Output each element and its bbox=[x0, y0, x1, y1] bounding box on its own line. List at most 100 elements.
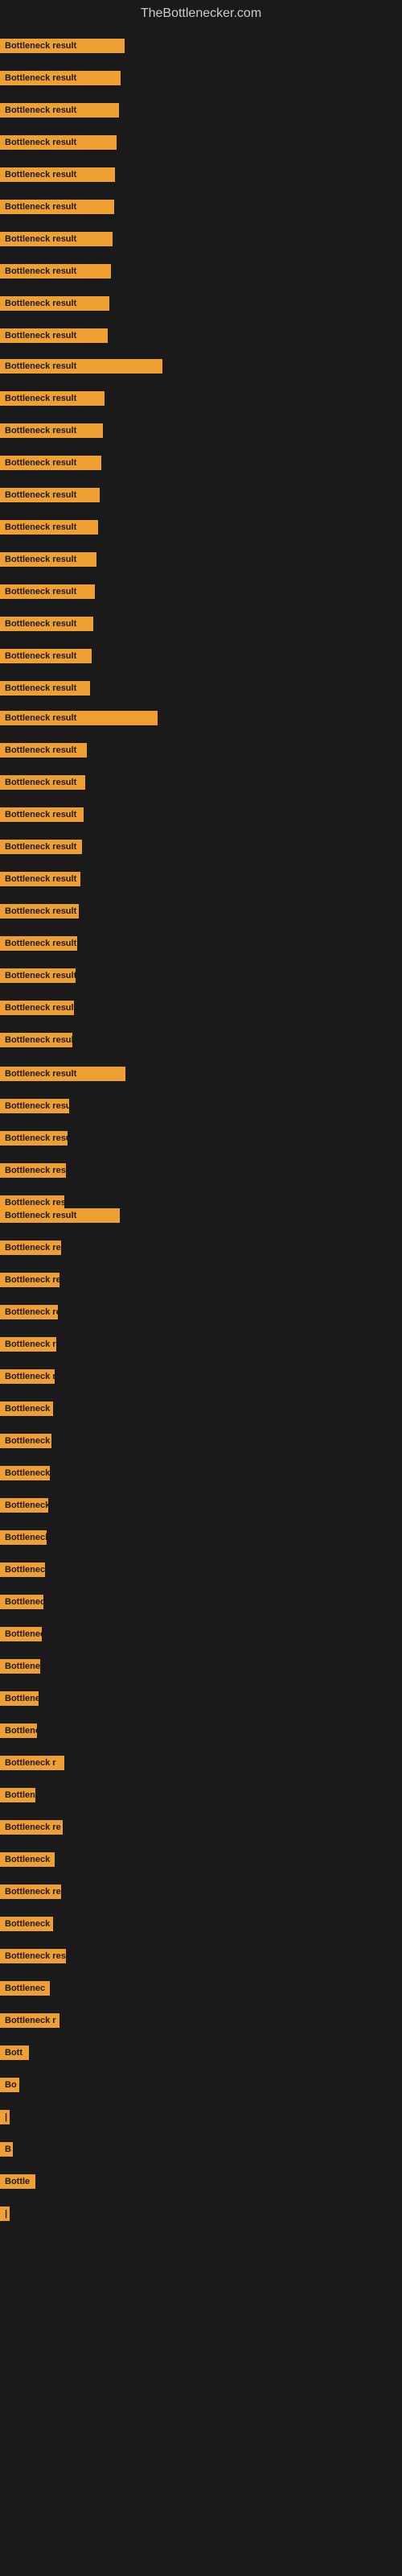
bar-label: Bottleneck result bbox=[0, 1434, 51, 1448]
bar-label: Bottleneck result bbox=[0, 681, 90, 696]
bar-item: Bottleneck result bbox=[0, 456, 101, 470]
bar-label: Bottleneck result bbox=[0, 552, 96, 567]
bar-label: Bottleneck result bbox=[0, 1067, 125, 1081]
bar-label: Bottleneck r bbox=[0, 2013, 59, 2028]
bar-item: Bottleneck result bbox=[0, 1305, 58, 1319]
bar-label: Bottleneck result bbox=[0, 711, 158, 725]
bar-item: Bottleneck result bbox=[0, 775, 85, 790]
bar-label: Bottlenec bbox=[0, 1981, 50, 1996]
bar-item: Bottleneck result bbox=[0, 264, 111, 279]
bar-item: Bottleneck result bbox=[0, 552, 96, 567]
bar-label: Bottleneck result bbox=[0, 328, 108, 343]
bar-item: Bottleneck result bbox=[0, 1208, 120, 1223]
bar-item: Bottleneck result bbox=[0, 1595, 43, 1609]
bar-item: Bottleneck result bbox=[0, 391, 105, 406]
bar-label: Bottleneck result bbox=[0, 872, 80, 886]
bar-label: Bottleneck result bbox=[0, 1659, 40, 1674]
bar-item: Bott bbox=[0, 2046, 29, 2060]
bar-item: Bottleneck result bbox=[0, 1563, 45, 1577]
bar-label: Bottleneck bbox=[0, 1852, 55, 1867]
bar-label: Bottleneck res bbox=[0, 1949, 66, 1963]
bar-label: Bottleneck result bbox=[0, 775, 85, 790]
bar-label: Bottleneck result bbox=[0, 232, 113, 246]
bar-item: Bottleneck result bbox=[0, 1067, 125, 1081]
bar-item: Bo bbox=[0, 2078, 19, 2092]
bar-label: Bottleneck result bbox=[0, 1595, 43, 1609]
bar-item: Bottleneck res bbox=[0, 1949, 66, 1963]
bar-label: Bottleneck result bbox=[0, 39, 125, 53]
bar-item: Bottleneck result bbox=[0, 968, 76, 983]
bar-label: Bottleneck result bbox=[0, 968, 76, 983]
bar-label: Bottleneck result bbox=[0, 264, 111, 279]
bar-label: Bottleneck result bbox=[0, 71, 121, 85]
bar-label: Bottleneck result bbox=[0, 743, 87, 758]
bar-item: Bottleneck result bbox=[0, 743, 87, 758]
bar-item: Bottleneck result bbox=[0, 807, 84, 822]
bar-label: Bottleneck result bbox=[0, 296, 109, 311]
bar-label: Bo bbox=[0, 2078, 19, 2092]
bar-label: Bottleneck result bbox=[0, 617, 93, 631]
bar-item: Bottleneck result bbox=[0, 1530, 47, 1545]
bar-label: Bottleneck result bbox=[0, 135, 117, 150]
bar-label: Bottleneck re bbox=[0, 1820, 63, 1835]
site-title: TheBottlenecker.com bbox=[0, 0, 402, 24]
bar-label: Bottleneck result bbox=[0, 200, 114, 214]
bar-item: Bottleneck bbox=[0, 1852, 55, 1867]
bar-item: Bottleneck result bbox=[0, 1434, 51, 1448]
bar-label: Bottleneck result bbox=[0, 1498, 48, 1513]
bar-item: Bottleneck result bbox=[0, 71, 121, 85]
bar-item: Bottleneck result bbox=[0, 296, 109, 311]
bar-item: Bottleneck result bbox=[0, 584, 95, 599]
bar-item: Bottleneck result bbox=[0, 359, 162, 374]
bar-label: Bottleneck result bbox=[0, 1402, 53, 1416]
bar-item: Bottleneck result bbox=[0, 1099, 69, 1113]
bar-item: Bottleneck result bbox=[0, 711, 158, 725]
bar-label: Bottleneck result bbox=[0, 423, 103, 438]
bar-item: Bottleneck result bbox=[0, 1337, 56, 1352]
bar-label: Bottleneck result bbox=[0, 1099, 69, 1113]
bar-label: Bottleneck result bbox=[0, 1131, 68, 1146]
bar-item: Bottlenec bbox=[0, 1981, 50, 1996]
bar-label: Bottleneck result bbox=[0, 1208, 120, 1223]
bar-item: Bottleneck result bbox=[0, 1001, 74, 1015]
bar-label: Bottle bbox=[0, 2174, 35, 2189]
bar-item: Bottleneck result bbox=[0, 328, 108, 343]
bar-item: Bottleneck result bbox=[0, 1691, 39, 1706]
bar-item: Bottleneck result bbox=[0, 200, 114, 214]
bar-label: Bottleneck result bbox=[0, 167, 115, 182]
bar-item: Bottleneck result bbox=[0, 135, 117, 150]
bar-item: Bottleneck result bbox=[0, 872, 80, 886]
bar-item: Bottleneck r bbox=[0, 2013, 59, 2028]
bar-item: Bottleneck result bbox=[0, 1273, 59, 1287]
bar-item: Bottleneck bbox=[0, 1917, 53, 1931]
bar-item: Bottleneck result bbox=[0, 1659, 40, 1674]
bar-item: Bottleneck re bbox=[0, 1885, 61, 1899]
bar-label: Bottleneck result bbox=[0, 359, 162, 374]
bar-label: Bottleneck result bbox=[0, 1627, 42, 1641]
bar-label: Bottleneck result bbox=[0, 1273, 59, 1287]
bar-label: Bottleneck result bbox=[0, 584, 95, 599]
bar-label: Bottleneck result bbox=[0, 391, 105, 406]
bar-label: Bottleneck result bbox=[0, 1033, 72, 1047]
bar-item: Bottleneck result bbox=[0, 904, 79, 919]
bar-label: Bottleneck result bbox=[0, 904, 79, 919]
bar-label: Bottleneck result bbox=[0, 520, 98, 535]
bar-label: Bottleneck result bbox=[0, 1305, 58, 1319]
bar-item: Bottleneck result bbox=[0, 167, 115, 182]
bar-item: Bottleneck result bbox=[0, 936, 77, 951]
bar-item: Bottleneck result bbox=[0, 232, 113, 246]
bar-label: Bottleneck result bbox=[0, 1369, 55, 1384]
bar-label: Bottleneck r bbox=[0, 1756, 64, 1770]
bar-label: Bottleneck result bbox=[0, 1466, 50, 1480]
bar-label: Bottleneck result bbox=[0, 1691, 39, 1706]
bar-label: Bottleneck result bbox=[0, 1163, 66, 1178]
bar-label: Bottleneck bbox=[0, 1917, 53, 1931]
bar-label: Bottleneck result bbox=[0, 807, 84, 822]
bar-label: Bottleneck result bbox=[0, 1241, 61, 1255]
bar-item: Bottleneck result bbox=[0, 103, 119, 118]
bar-item: Bottleneck result bbox=[0, 423, 103, 438]
bar-label: Bottleneck result bbox=[0, 936, 77, 951]
bar-item: Bottleneck result bbox=[0, 681, 90, 696]
bar-label: Bottleneck result bbox=[0, 1788, 35, 1802]
bar-item: Bottleneck result bbox=[0, 1241, 61, 1255]
